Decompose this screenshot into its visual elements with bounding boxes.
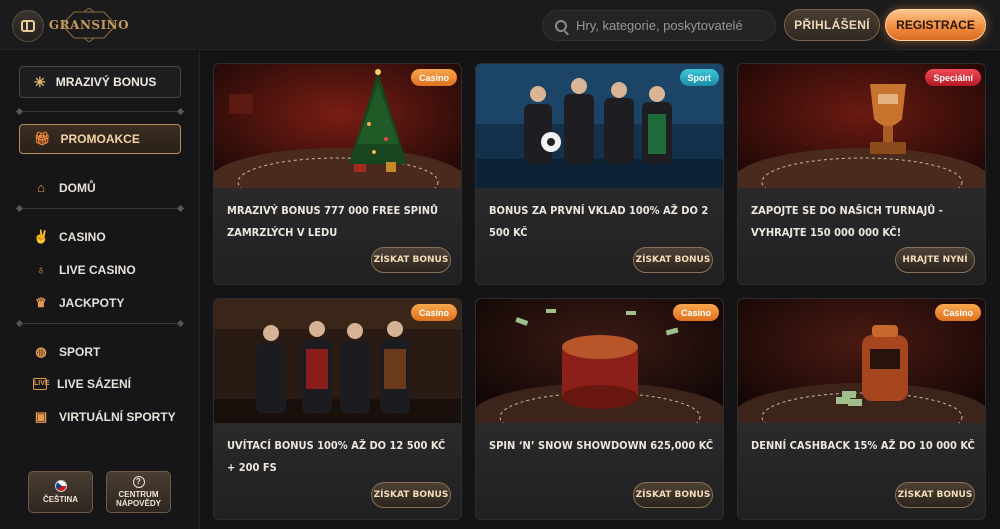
search-icon	[555, 19, 567, 32]
sidebar-item-casino[interactable]: ✌ CASINO	[33, 229, 106, 245]
basketball-icon: ◍	[35, 344, 47, 359]
promo-card[interactable]: Casino DENNÍ CASHBACK 15% AŽ DO 10 000 K…	[737, 298, 986, 520]
sidebar-item-label: LIVE SÁZENÍ	[57, 377, 132, 391]
sidebar-item-home[interactable]: ⌂ DOMŮ	[33, 180, 96, 195]
claim-bonus-button[interactable]: ZÍSKAT BONUS	[895, 482, 975, 508]
login-button[interactable]: PŘIHLÁŠENÍ	[784, 9, 880, 41]
category-badge: Sport	[679, 69, 719, 86]
virtual-sports-icon: ▣	[34, 409, 48, 424]
promo-image-welcome-group: Casino	[214, 299, 461, 423]
snowflake-icon: ✳	[34, 73, 46, 90]
live-icon: LIVE	[33, 378, 50, 390]
promo-image-football-fans: Sport	[476, 64, 723, 188]
promo-card[interactable]: Sport BONUS ZA PRVNÍ VKLAD 100% AŽ DO 2 …	[475, 63, 724, 285]
sidebar-divider	[19, 111, 181, 112]
category-badge: Casino	[672, 304, 719, 321]
help-icon: ?	[132, 476, 145, 488]
sidebar-toggle-icon	[21, 20, 35, 32]
promo-image-money-drum: Casino	[476, 299, 723, 423]
promo-title: SPIN ‘N’ SNOW SHOWDOWN 625,000 KČ	[489, 439, 714, 452]
language-button[interactable]: ČEŠTINA	[28, 471, 93, 513]
sidebar-divider	[19, 323, 181, 324]
sidebar-item-label: CASINO	[59, 230, 106, 244]
sidebar: ✳ MRAZIVÝ BONUS 🎁︎ PROMOAKCE ⌂ DOMŮ ✌ CA…	[0, 51, 200, 529]
help-center-button[interactable]: ? CENTRUM NÁPOVĚDY	[106, 471, 171, 513]
claim-bonus-button[interactable]: ZÍSKAT BONUS	[371, 482, 451, 508]
category-badge: Casino	[410, 304, 457, 321]
promo-card[interactable]: Casino MRAZIVÝ BONUS 777 000 FREE SPINŮ …	[213, 63, 462, 285]
claim-bonus-button[interactable]: ZÍSKAT BONUS	[371, 247, 451, 273]
promotions-grid: Casino MRAZIVÝ BONUS 777 000 FREE SPINŮ …	[201, 51, 1000, 529]
promo-card[interactable]: Casino UVÍTACÍ BONUS 100% AŽ DO 12 500 K…	[213, 298, 462, 520]
search-input[interactable]	[576, 18, 766, 33]
czech-flag-icon	[54, 480, 67, 492]
promo-image-slot-machine: Casino	[738, 299, 985, 423]
category-badge: Casino	[934, 304, 981, 321]
help-label-line1: CENTRUM	[118, 490, 159, 499]
microphone-icon: ♁	[36, 262, 46, 277]
sidebar-item-label: DOMŮ	[59, 180, 96, 195]
sidebar-item-live-betting[interactable]: LIVE LIVE SÁZENÍ	[33, 377, 131, 391]
gift-icon: 🎁︎	[34, 131, 51, 146]
sidebar-item-label: JACKPOTY	[59, 296, 125, 310]
frost-bonus-label: MRAZIVÝ BONUS	[55, 75, 157, 89]
logo[interactable]: GRANSINO	[49, 8, 129, 42]
sidebar-divider	[19, 208, 181, 209]
promo-image-christmas-tree: Casino	[214, 64, 461, 188]
language-label: ČEŠTINA	[42, 495, 79, 504]
sidebar-toggle-button[interactable]	[12, 10, 44, 42]
promo-title: BONUS ZA PRVNÍ VKLAD 100% AŽ DO 2 500 KČ	[489, 204, 709, 239]
promo-image-trophy: Speciální	[738, 64, 985, 188]
register-button[interactable]: REGISTRACE	[885, 9, 986, 41]
sidebar-item-live-casino[interactable]: ♁ LIVE CASINO	[33, 262, 136, 277]
casino-hand-icon: ✌	[33, 229, 50, 244]
help-label-line2: NÁPOVĚDY	[116, 499, 161, 508]
promo-title: UVÍTACÍ BONUS 100% AŽ DO 12 500 KČ + 200…	[227, 439, 446, 474]
sidebar-item-label: VIRTUÁLNÍ SPORTY	[59, 410, 176, 424]
sidebar-item-virtual-sports[interactable]: ▣ VIRTUÁLNÍ SPORTY	[33, 409, 176, 425]
claim-bonus-button[interactable]: ZÍSKAT BONUS	[633, 247, 713, 273]
promo-card[interactable]: Casino SPIN ‘N’ SNOW SHOWDOWN 625,000 KČ…	[475, 298, 724, 520]
promo-card[interactable]: Speciální ZAPOJTE SE DO NAŠICH TURNAJŮ -…	[737, 63, 986, 285]
jackpot-icon: ♛	[35, 295, 47, 310]
logo-text: GRANSINO	[48, 18, 130, 32]
promo-title: MRAZIVÝ BONUS 777 000 FREE SPINŮ ZAMRZLÝ…	[227, 204, 439, 239]
search-bar[interactable]	[542, 10, 776, 41]
claim-bonus-button[interactable]: ZÍSKAT BONUS	[633, 482, 713, 508]
top-header: GRANSINO PŘIHLÁŠENÍ REGISTRACE	[0, 0, 1000, 50]
sidebar-item-label: SPORT	[59, 345, 101, 359]
promo-title: DENNÍ CASHBACK 15% AŽ DO 10 000 KČ	[751, 439, 975, 452]
sidebar-item-sport[interactable]: ◍ SPORT	[33, 344, 100, 360]
promotions-button[interactable]: 🎁︎ PROMOAKCE	[19, 124, 181, 154]
frost-bonus-button[interactable]: ✳ MRAZIVÝ BONUS	[19, 66, 181, 98]
sidebar-item-jackpots[interactable]: ♛ JACKPOTY	[33, 295, 124, 311]
category-badge: Casino	[410, 69, 457, 86]
category-badge: Speciální	[925, 69, 981, 86]
promo-title: ZAPOJTE SE DO NAŠICH TURNAJŮ - VYHRAJTE …	[751, 204, 943, 239]
sidebar-item-label: LIVE CASINO	[59, 262, 136, 277]
play-now-button[interactable]: HRAJTE NYNÍ	[895, 247, 975, 273]
promotions-label: PROMOAKCE	[60, 132, 140, 146]
home-icon: ⌂	[37, 180, 45, 195]
